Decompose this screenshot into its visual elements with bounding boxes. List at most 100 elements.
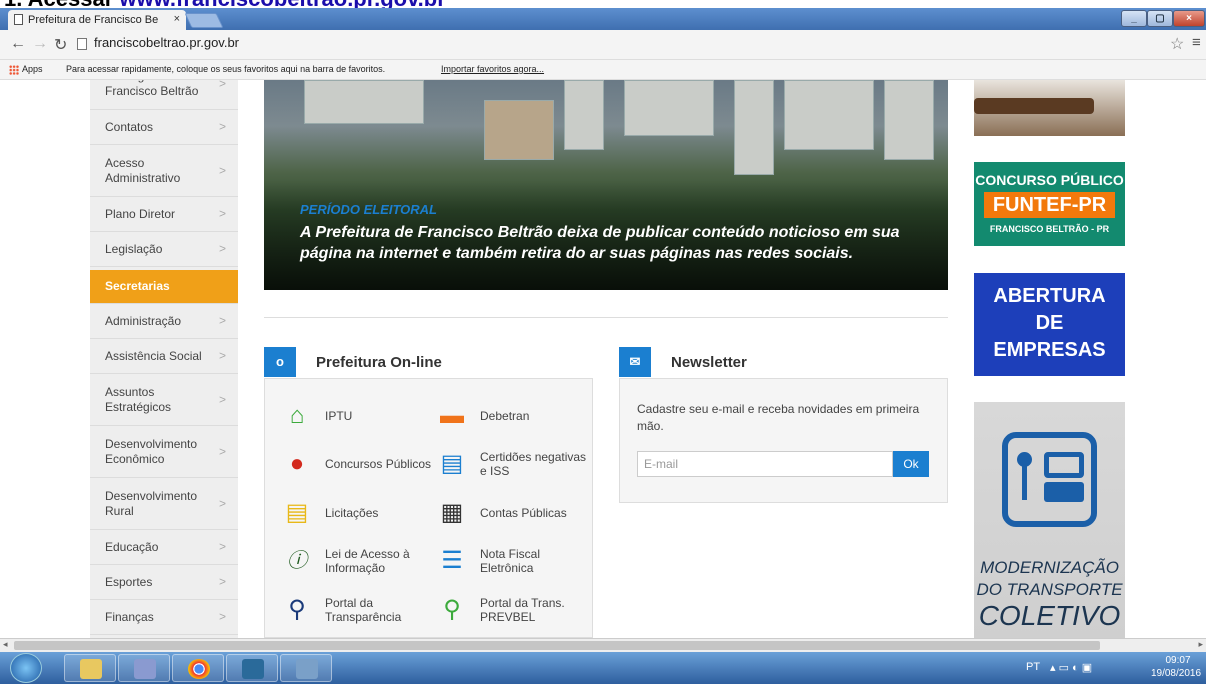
sidebar-item-label: Educação [105,539,159,554]
bus-stop-icon [1002,432,1097,527]
tab-title: Prefeitura de Francisco Be [28,14,159,26]
person-icon: ● [289,450,305,477]
page-viewport: Lei Orgânica do Francisco Beltrão > Conta… [0,80,1206,638]
taskbar-installer[interactable] [280,654,332,682]
sidebar-item-acesso-administrativo[interactable]: Acesso Administrativo > [90,145,238,197]
tray-icons[interactable]: ▴ ▭ ◐ ▣ [1050,661,1092,674]
chevron-right-icon: > [218,496,226,510]
chevron-right-icon: > [218,444,226,458]
service-label: Concursos Públicos [325,457,432,471]
sidebar-item-administracao[interactable]: Administração > [90,304,238,339]
sidebar-item-label: Contatos [105,119,154,134]
reload-icon[interactable]: ↻ [54,35,67,55]
scroll-left-icon[interactable]: ◂ [3,639,8,650]
sidebar-item-label: Legislação [105,241,163,256]
scroll-right-icon[interactable]: ▸ [1198,639,1203,650]
ad-line: CONCURSO PÚBLICO [975,172,1124,188]
apps-icon[interactable] [9,65,19,75]
service-certidoes[interactable]: ▤ Certidões negativas e ISS [438,446,588,482]
taskbar-file-explorer[interactable] [64,654,116,682]
calculator-icon: ▦ [440,499,464,526]
menu-icon[interactable]: ≡ [1192,34,1201,51]
service-concursos[interactable]: ● Concursos Públicos [283,446,433,482]
taskbar-scp[interactable] [226,654,278,682]
email-field[interactable]: E-mail [637,451,893,477]
sidebar-item-esportes[interactable]: Esportes > [90,565,238,600]
page-icon [14,14,23,25]
horizontal-scrollbar[interactable]: ◂ ▸ [0,638,1206,652]
back-icon[interactable]: ← [10,35,26,53]
sidebar-item-secretarias[interactable]: Secretarias [90,270,238,304]
service-lei-acesso[interactable]: ⓘ Lei de Acesso à Informação [283,543,433,579]
heading-prefix: 1. Acessar [4,0,119,8]
chevron-right-icon: > [218,348,226,363]
language-indicator[interactable]: PT [1026,661,1040,673]
ad-transporte-coletivo[interactable]: MODERNIZAÇÃO DO TRANSPORTE COLETIVO [974,402,1125,638]
sidebar-item-desenvolvimento-economico[interactable]: Desenvolvimento Econômico > [90,426,238,478]
sidebar-item-financas[interactable]: Finanças > [90,600,238,635]
sidebar-item-label: Lei Orgânica do Francisco Beltrão [105,80,199,98]
import-bookmarks-link[interactable]: Importar favoritos agora... [441,64,544,74]
chevron-right-icon: > [218,119,226,134]
sidebar-item-legislacao[interactable]: Legislação > [90,232,238,267]
info-icon: ⓘ [287,550,307,572]
new-tab-button[interactable] [184,13,224,28]
sidebar-item-label: Desenvolvimento Rural [105,488,198,518]
sidebar-item-label: Esportes [105,574,153,589]
banner-kicker: PERÍODO ELEITORAL [300,202,437,217]
ad-line: DO TRANSPORTE [976,580,1123,599]
service-contas-publicas[interactable]: ▦ Contas Públicas [438,495,588,531]
sidebar: Lei Orgânica do Francisco Beltrão > Conta… [90,80,238,638]
service-nota-fiscal[interactable]: ☰ Nota Fiscal Eletrônica [438,543,588,579]
clock-date[interactable]: 19/08/2016 [1146,668,1206,679]
sidebar-item-educacao[interactable]: Educação > [90,530,238,565]
newsletter-box: Cadastre seu e-mail e receba novidades e… [619,378,948,503]
ad-line: MODERNIZAÇÃO [980,558,1119,577]
forward-icon[interactable]: → [32,35,48,53]
chevron-right-icon: > [218,80,226,90]
service-iptu[interactable]: ⌂ IPTU [283,398,433,434]
magnifier-person-icon: ⚲ [443,596,461,623]
taskbar-media-player[interactable] [118,654,170,682]
maximize-button[interactable]: ▢ [1147,10,1173,27]
prefeitura-online-header: o Prefeitura On-line [264,347,593,377]
newsletter-submit-button[interactable]: Ok [893,451,929,477]
document-heading: 1. Acessar www.franciscobeltrao.pr.gov.b… [0,0,1206,8]
news-banner[interactable]: PERÍODO ELEITORAL A Prefeitura de Franci… [264,80,948,290]
sidebar-item-desenvolvimento-rural[interactable]: Desenvolvimento Rural > [90,478,238,530]
scrollbar-thumb[interactable] [14,641,1100,650]
service-debetran[interactable]: ▬ Debetran [438,398,588,434]
ad-abertura-empresas[interactable]: ABERTURA DE EMPRESAS [974,273,1125,376]
ad-line: EMPRESAS [993,339,1106,361]
newsletter-description: Cadastre seu e-mail e receba novidades e… [637,402,920,433]
page-info-icon[interactable] [77,38,87,50]
sidebar-item-assuntos-estrategicos[interactable]: Assuntos Estratégicos > [90,374,238,426]
ad-concurso-publico[interactable]: CONCURSO PÚBLICO FUNTEF-PR FRANCISCO BEL… [974,162,1125,246]
heading-link[interactable]: www.franciscobeltrao.pr.gov.br [119,0,445,8]
sidebar-item-label: Desenvolvimento Econômico [105,436,198,466]
taskbar-chrome[interactable] [172,654,224,682]
sidebar-item-lei-organica[interactable]: Lei Orgânica do Francisco Beltrão > [90,80,238,110]
section-divider [264,317,948,318]
sidebar-item-plano-diretor[interactable]: Plano Diretor > [90,197,238,232]
service-licitacoes[interactable]: ▤ Licitações [283,495,433,531]
ad-gavel-banner[interactable] [974,80,1125,136]
gavel-image [974,98,1094,114]
start-button[interactable] [10,653,42,683]
apps-button[interactable]: Apps [22,64,43,74]
sidebar-item-label: Secretarias [105,279,170,293]
chevron-right-icon: > [218,206,226,221]
browser-tab[interactable]: Prefeitura de Francisco Be × [8,10,186,30]
tab-close-icon[interactable]: × [174,13,180,25]
minimize-button[interactable]: _ [1121,10,1147,27]
clock-time[interactable]: 09:07 [1150,655,1206,666]
prefeitura-online-box: ⌂ IPTU ▬ Debetran ● Concursos Públicos ▤ Cer… [264,378,593,638]
service-portal-transparencia[interactable]: ⚲ Portal da Transparência [283,592,433,628]
close-window-button[interactable]: × [1173,10,1205,27]
sidebar-item-assistencia-social[interactable]: Assistência Social > [90,339,238,374]
service-portal-prevbel[interactable]: ⚲ Portal da Trans. PREVBEL [438,592,588,628]
bookmark-star-icon[interactable]: ☆ [1170,34,1184,54]
ad-line: COLETIVO [978,600,1121,631]
address-bar[interactable]: franciscobeltrao.pr.gov.br [94,35,239,50]
sidebar-item-contatos[interactable]: Contatos > [90,110,238,145]
